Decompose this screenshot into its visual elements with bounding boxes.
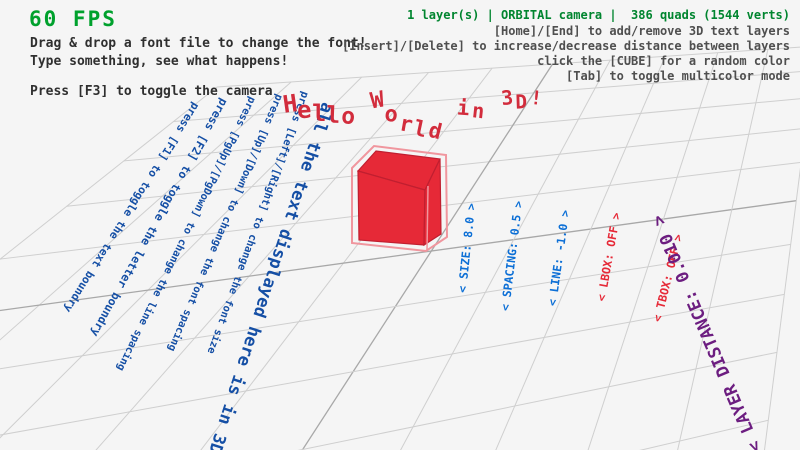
hud-help-drag-drop: Drag & drop a font file to change the fo… [30, 36, 367, 51]
stats-line: 1 layer(s) | ORBITAL camera | 386 quads … [407, 8, 790, 22]
setting-label-2: < SPACING: 0.5 > [498, 200, 525, 312]
hello-letter [356, 85, 370, 111]
raylib-3d-text-demo-window: press [F1] to toggle the text boundrypre… [0, 0, 800, 450]
hud-help-multicolor: [Tab] to toggle multicolor mode [566, 69, 790, 83]
hello-letter [487, 86, 499, 109]
hud-help-cube: click the [CUBE] for a random color [537, 54, 790, 68]
ground-help-line-1: press [F1] to toggle the text boundry [61, 100, 202, 315]
hello-letter: ! [529, 86, 543, 109]
hello-letter [443, 86, 456, 110]
setting-label-1: < SIZE: 8.0 > [455, 202, 478, 293]
setting-label-4: < LBOX: OFF > [594, 211, 623, 302]
hello-letter: e [297, 96, 313, 125]
ground-help-line-2: press [F2] to toggle the letter boundry [88, 96, 231, 339]
hello-letter: l [312, 99, 326, 126]
hello-letter: n [471, 99, 486, 124]
setting-label-6: < LAYER DISTANCE: 0.010 > [648, 212, 766, 450]
ground-help-line-3: press [PgUp]/[PgDown] to change the line… [114, 95, 258, 373]
hello-letter: l [326, 101, 341, 128]
hello-letter: o [384, 101, 399, 128]
hello-world-3d-text: Hello World in 3D! [283, 84, 543, 112]
hud-help-distance: [Insert]/[Delete] to increase/decrease d… [342, 39, 790, 53]
hud-help-camera: Press [F3] to toggle the camera [30, 84, 273, 99]
setting-label-3: < LINE: -1.0 > [545, 209, 572, 307]
hello-letter: D [515, 90, 527, 113]
fps-counter: 60 FPS [29, 7, 117, 31]
hud-help-type: Type something, see what happens! [30, 54, 288, 69]
hud-help-layers: [Home]/[End] to add/remove 3D text layer… [494, 24, 790, 38]
hello-letter: 3 [500, 86, 514, 110]
hello-letter: o [340, 102, 356, 130]
hello-letter: W [368, 86, 386, 114]
hello-letter: i [457, 96, 471, 121]
